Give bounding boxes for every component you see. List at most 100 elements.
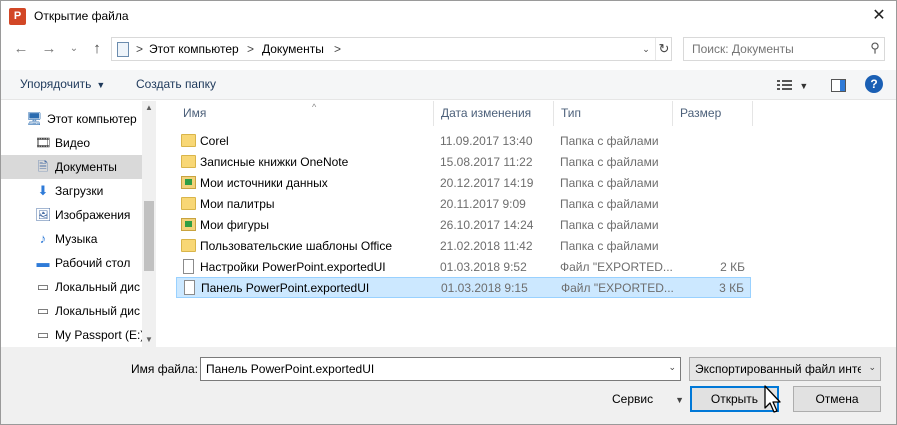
filename-field[interactable]: Панель PowerPoint.exportedUI ⌄ (200, 357, 681, 381)
scrollbar-thumb[interactable] (144, 201, 154, 271)
recent-locations-button[interactable]: ⌄ (64, 40, 84, 58)
file-name: Пользовательские шаблоны Office (200, 239, 392, 253)
preview-pane-button[interactable] (831, 76, 846, 94)
chevron-down-icon: ⌄ (868, 362, 876, 372)
file-list: Имя ^ Дата изменения Тип Размер Corel 11… (161, 101, 896, 347)
sort-ascending-icon: ^ (312, 102, 317, 112)
file-type-filter[interactable]: Экспортированный файл инте ⌄ (689, 357, 881, 381)
file-row[interactable]: Мои источники данных 20.12.2017 14:19 Па… (176, 173, 751, 193)
file-row[interactable]: Записные книжки OneNote 15.08.2017 11:22… (176, 152, 751, 172)
file-icon (183, 259, 194, 274)
sidebar-item-music[interactable]: ♪ Музыка (1, 227, 142, 251)
file-type: Папка с файлами (560, 239, 659, 253)
column-header-size[interactable]: Размер (673, 101, 753, 126)
breadcrumb-documents[interactable]: Документы (262, 42, 324, 56)
column-header-date[interactable]: Дата изменения (434, 101, 554, 126)
new-folder-button[interactable]: Создать папку (136, 77, 216, 91)
file-row[interactable]: Corel 11.09.2017 13:40 Папка с файлами (176, 131, 751, 151)
music-icon: ♪ (39, 231, 47, 246)
address-divider (655, 38, 656, 60)
file-name: Панель PowerPoint.exportedUI (201, 281, 370, 295)
sidebar-item-my-passport[interactable]: ▭ My Passport (E:) (1, 323, 145, 347)
file-row-selected[interactable]: Панель PowerPoint.exportedUI 01.03.2018 … (176, 277, 751, 298)
scroll-down-icon[interactable]: ▼ (142, 333, 156, 347)
file-icon (184, 280, 195, 295)
column-header-label: Имя (183, 106, 207, 120)
search-box[interactable]: ⚲ (683, 37, 885, 61)
sidebar-item-label: Локальный дис (55, 280, 140, 294)
file-date: 20.11.2017 9:09 (440, 197, 526, 211)
file-row[interactable]: Настройки PowerPoint.exportedUI 01.03.20… (176, 257, 751, 277)
sidebar-item-label: My Passport (E:) (55, 328, 145, 342)
file-row[interactable]: Мои фигуры 26.10.2017 14:24 Папка с файл… (176, 215, 751, 235)
details-view-icon (777, 80, 792, 91)
organize-label: Упорядочить (20, 77, 92, 91)
sidebar-item-desktop[interactable]: ▬ Рабочий стол (1, 251, 142, 275)
file-date: 11.09.2017 13:40 (440, 134, 533, 148)
sidebar-item-this-pc[interactable]: 🖥 Этот компьютер (1, 107, 142, 131)
search-icon[interactable]: ⚲ (867, 40, 883, 58)
breadcrumb-this-pc[interactable]: Этот компьютер (149, 42, 239, 56)
window-title: Открытие файла (34, 9, 129, 23)
drive-icon: ▭ (36, 279, 50, 294)
preview-pane-icon (831, 79, 846, 93)
back-button[interactable]: ← (11, 40, 31, 58)
file-type: Папка с файлами (560, 197, 659, 211)
sidebar-item-documents[interactable]: 🗎 Документы (1, 155, 142, 179)
mouse-pointer-icon (764, 385, 781, 413)
drive-icon: ▭ (36, 327, 50, 342)
chevron-down-icon[interactable]: ⌄ (668, 362, 676, 373)
refresh-icon[interactable]: ↻ (657, 40, 671, 58)
file-name: Corel (200, 134, 229, 148)
folder-icon (181, 155, 196, 168)
scroll-up-icon[interactable]: ▲ (142, 101, 156, 115)
search-input[interactable] (692, 41, 862, 57)
powerpoint-icon: P (9, 8, 26, 25)
column-header-type[interactable]: Тип (554, 101, 673, 126)
documents-icon: 🗎 (37, 159, 49, 174)
file-type: Папка с файлами (560, 155, 659, 169)
file-date: 01.03.2018 9:15 (441, 281, 528, 295)
sidebar-item-pictures[interactable]: 🖼 Изображения (1, 203, 142, 227)
close-button[interactable]: ✕ (867, 5, 891, 27)
shapes-folder-icon (181, 218, 196, 231)
cancel-button[interactable]: Отмена (793, 386, 881, 412)
forward-button[interactable]: → (39, 40, 59, 58)
sidebar-item-local-disk-c[interactable]: ▭ Локальный дис (1, 275, 142, 299)
breadcrumb-separator: > (136, 42, 144, 56)
file-size: 2 КБ (720, 260, 745, 274)
tools-button[interactable]: Сервис ▼ (612, 392, 684, 406)
navigation-bar: ← → ⌄ ↑ > Этот компьютер > Документы > ⌄… (1, 33, 896, 65)
file-size: 3 КБ (719, 281, 744, 295)
breadcrumb-separator[interactable]: > (334, 42, 341, 56)
file-type: Файл "EXPORTED... (560, 260, 673, 274)
filename-label: Имя файла: (131, 362, 198, 376)
help-icon[interactable]: ? (865, 75, 883, 93)
navigation-scrollbar[interactable]: ▲ ▼ (142, 101, 156, 347)
pictures-icon: 🖼 (35, 207, 52, 222)
file-row[interactable]: Пользовательские шаблоны Office 21.02.20… (176, 236, 751, 256)
up-button[interactable]: ↑ (87, 40, 107, 58)
sidebar-item-local-disk-d[interactable]: ▭ Локальный дис (1, 299, 142, 323)
address-history-dropdown[interactable]: ⌄ (639, 41, 653, 57)
file-name: Настройки PowerPoint.exportedUI (200, 260, 386, 274)
sidebar-item-label: Рабочий стол (55, 256, 131, 270)
file-row[interactable]: Мои палитры 20.11.2017 9:09 Папка с файл… (176, 194, 751, 214)
folder-icon (181, 197, 196, 210)
tools-label: Сервис (612, 392, 654, 406)
file-type: Файл "EXPORTED... (561, 281, 674, 295)
file-type: Папка с файлами (560, 176, 659, 190)
file-type: Папка с файлами (560, 134, 659, 148)
sidebar-item-downloads[interactable]: ⬇ Загрузки (1, 179, 142, 203)
address-bar[interactable]: > Этот компьютер > Документы > ⌄ ↻ (111, 37, 672, 61)
sidebar-item-label: Документы (55, 160, 117, 174)
file-date: 01.03.2018 9:52 (440, 260, 527, 274)
column-header-name[interactable]: Имя ^ (176, 101, 434, 126)
sidebar-item-label: Музыка (55, 232, 98, 246)
downloads-icon: ⬇ (37, 183, 49, 198)
sidebar-item-video[interactable]: 🎞 Видео (1, 131, 142, 155)
computer-icon: 🖥 (26, 111, 43, 126)
organize-button[interactable]: Упорядочить ▼ (20, 77, 105, 91)
dialog-footer: Имя файла: Панель PowerPoint.exportedUI … (1, 347, 896, 424)
view-options-button[interactable]: ▼ (777, 76, 808, 94)
